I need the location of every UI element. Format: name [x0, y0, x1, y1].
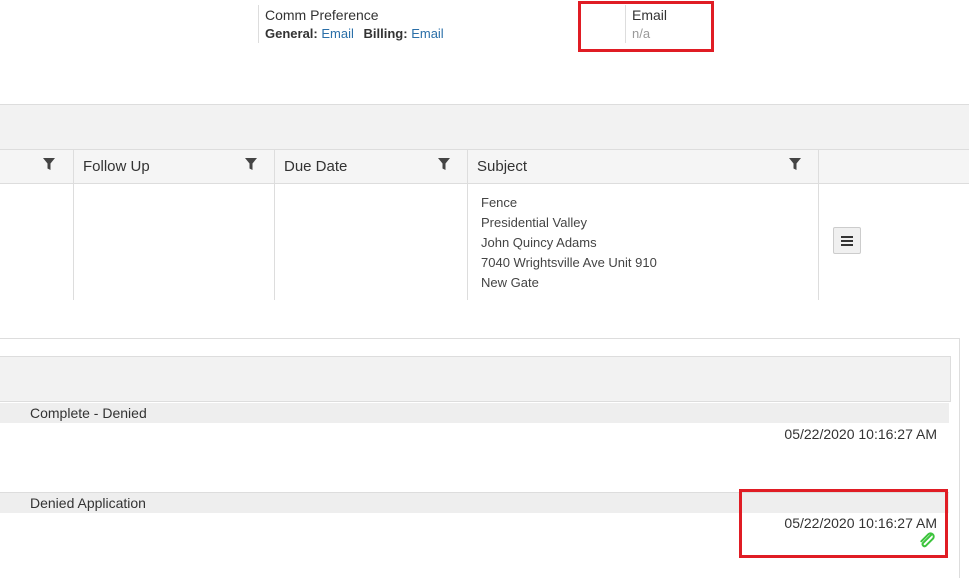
subject-line: New Gate — [481, 275, 539, 290]
row-menu-button[interactable] — [833, 227, 861, 254]
column-divider — [467, 184, 468, 300]
column-header-subject[interactable]: Subject — [467, 150, 819, 183]
highlight-box-email — [578, 1, 714, 52]
event-header: Complete - Denied — [0, 403, 949, 423]
subject-line: Fence — [481, 195, 518, 210]
event-title: Denied Application — [30, 495, 146, 511]
billing-label: Billing: — [363, 26, 408, 41]
subject-line: John Quincy Adams — [481, 235, 597, 250]
divider — [258, 5, 259, 43]
hamburger-icon — [841, 240, 853, 242]
hamburger-icon — [841, 244, 853, 246]
hamburger-icon — [841, 236, 853, 238]
filter-icon[interactable] — [789, 158, 801, 171]
comm-preference-values: General: Email Billing: Email — [265, 26, 444, 41]
events-panel-header — [0, 356, 951, 402]
column-header-due-date[interactable]: Due Date — [274, 150, 468, 183]
column-divider — [274, 184, 275, 300]
filter-icon[interactable] — [43, 158, 55, 171]
comm-preference-label: Comm Preference — [265, 7, 379, 23]
general-email-link[interactable]: Email — [321, 26, 354, 41]
general-label: General: — [265, 26, 318, 41]
billing-email-link[interactable]: Email — [411, 26, 444, 41]
column-header-label: Follow Up — [83, 158, 150, 175]
filter-icon[interactable] — [245, 158, 257, 171]
column-divider — [818, 184, 819, 300]
column-divider — [73, 184, 74, 300]
highlight-box-attachment — [739, 489, 948, 558]
toolbar-band — [0, 104, 969, 150]
event-timestamp: 05/22/2020 10:16:27 AM — [784, 426, 937, 442]
column-header-label: Due Date — [284, 158, 348, 175]
column-header-label: Subject — [477, 158, 528, 175]
filter-icon[interactable] — [438, 158, 450, 171]
column-header-actions — [818, 150, 969, 183]
subject-line: 7040 Wrightsville Ave Unit 910 — [481, 255, 657, 270]
grid-header: Follow Up Due Date Subject — [0, 150, 969, 184]
subject-line: Presidential Valley — [481, 215, 587, 230]
event-title: Complete - Denied — [30, 405, 147, 421]
column-header-follow-up[interactable]: Follow Up — [73, 150, 275, 183]
